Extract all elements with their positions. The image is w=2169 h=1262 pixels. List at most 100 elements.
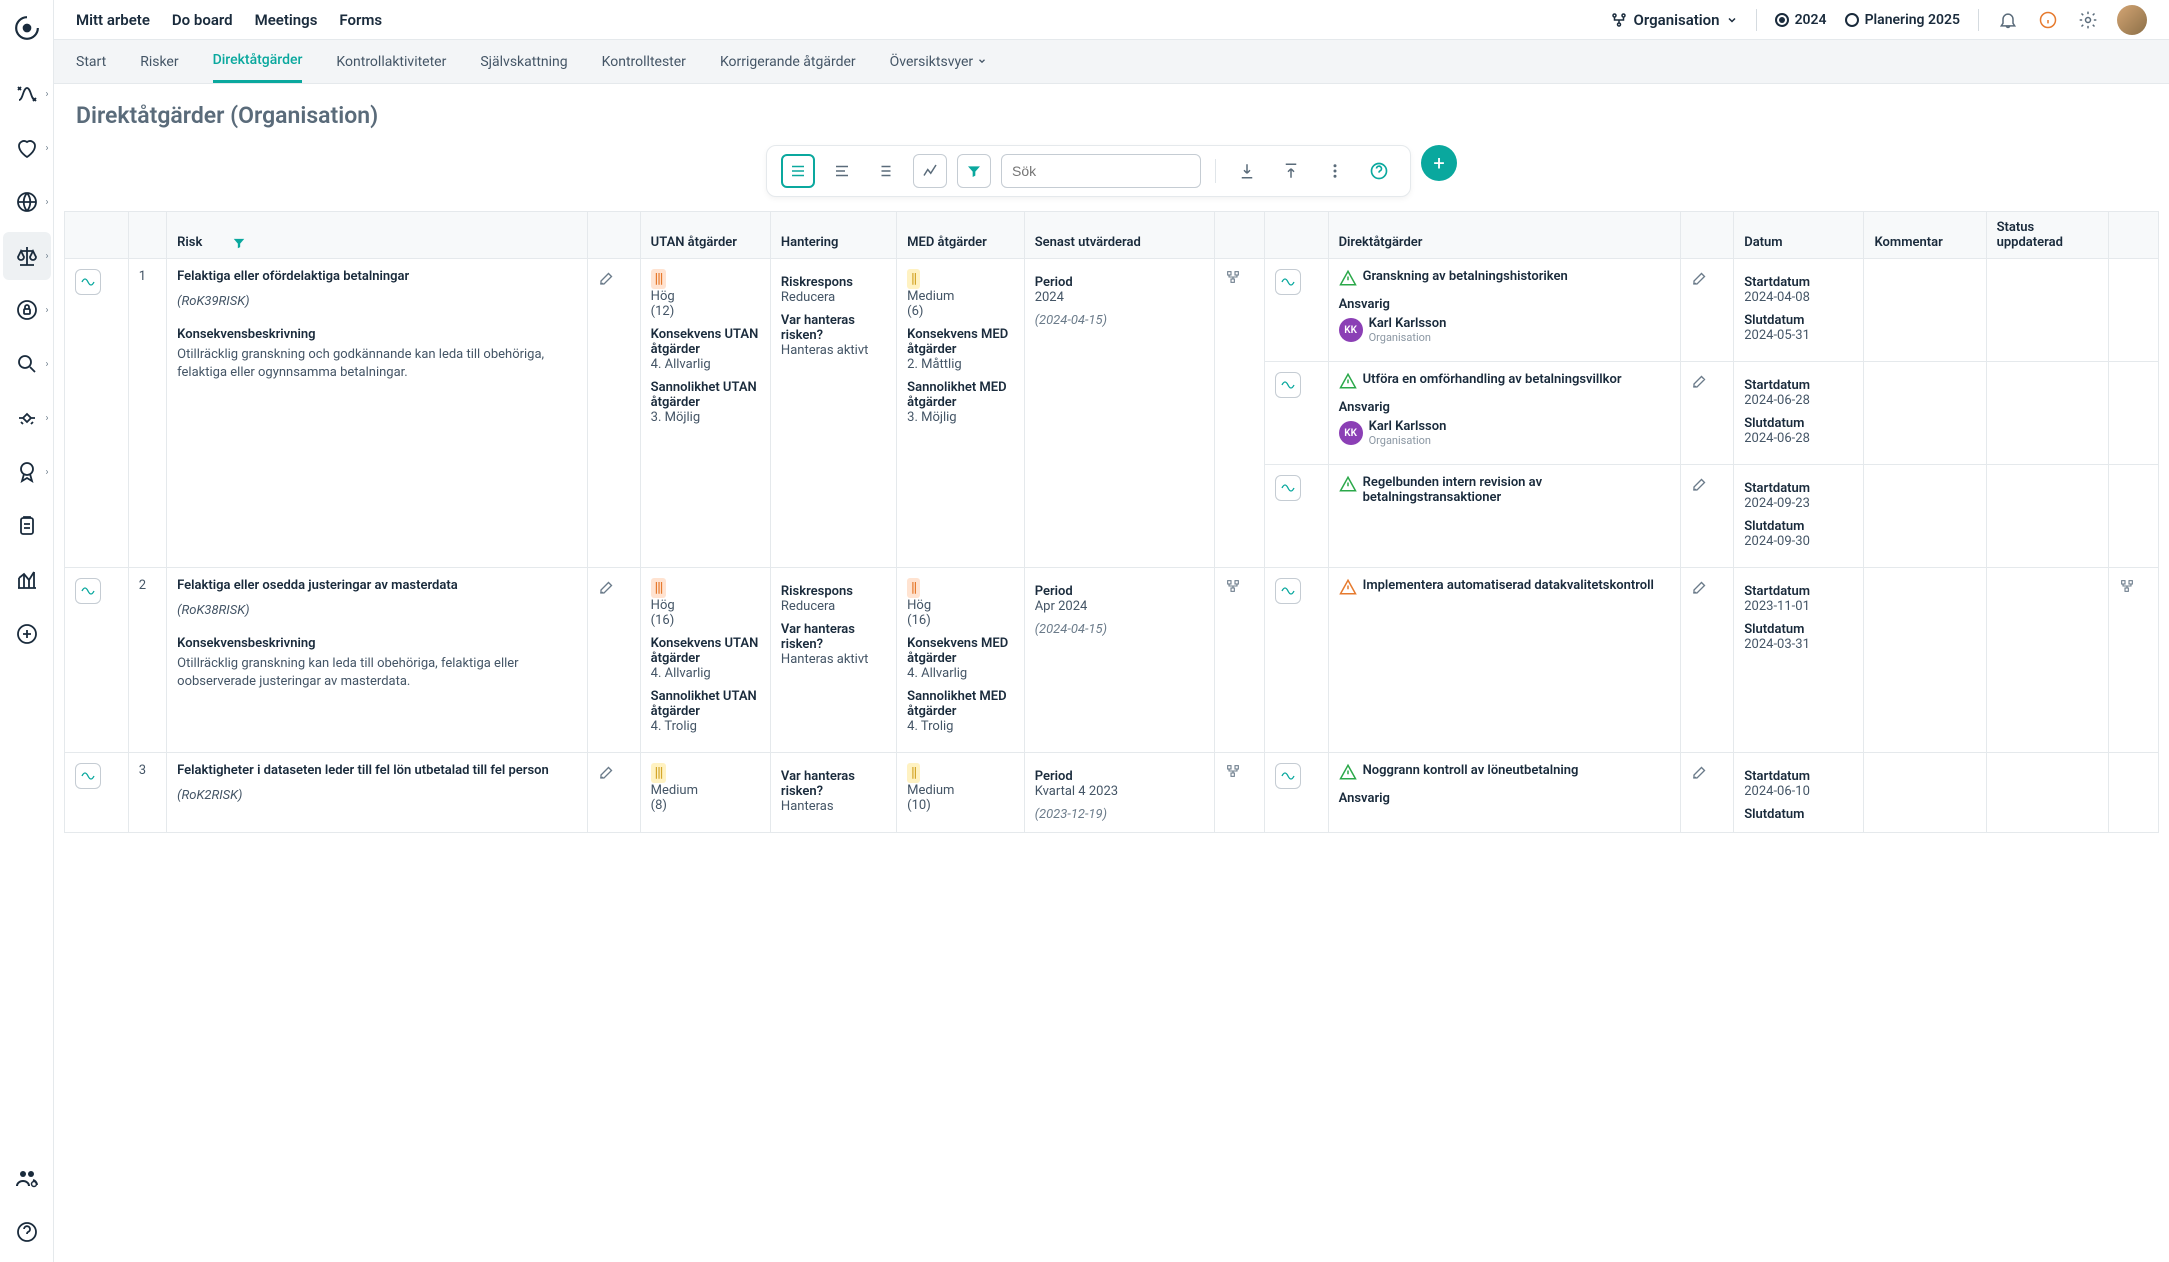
wave-icon[interactable] (1275, 475, 1301, 501)
help-button[interactable] (1362, 154, 1396, 188)
warning-icon (1339, 372, 1357, 390)
org-selector[interactable]: Organisation (1610, 11, 1738, 29)
subnav-start[interactable]: Start (76, 42, 106, 82)
edit-icon[interactable] (598, 763, 616, 781)
gear-icon[interactable] (2077, 9, 2099, 31)
warning-icon (1339, 763, 1357, 781)
level-badge: || (907, 269, 920, 289)
search-field[interactable] (1012, 163, 1193, 179)
sidebar-item-globe[interactable]: › (3, 178, 51, 226)
tree-icon[interactable] (1225, 763, 1241, 779)
wave-icon[interactable] (1275, 763, 1301, 789)
year-current[interactable]: 2024 (1775, 12, 1827, 28)
topnav-mitt-arbete[interactable]: Mitt arbete (76, 11, 150, 29)
sidebar-item-heart[interactable]: › (3, 124, 51, 172)
wave-icon[interactable] (75, 763, 101, 789)
risk-title: Felaktiga eller osedda justeringar av ma… (177, 578, 577, 593)
sidebar-item-search[interactable]: › (3, 340, 51, 388)
filter-icon[interactable] (232, 236, 246, 250)
table-row: 1Felaktiga eller ofördelaktiga betalning… (65, 259, 2159, 362)
view-compact-button[interactable] (869, 154, 903, 188)
col-risk: Risk (177, 235, 202, 250)
sidebar-item-award[interactable]: › (3, 448, 51, 496)
sidebar-item-scales[interactable]: › (3, 232, 51, 280)
col-hantering: Hantering (770, 212, 896, 259)
wave-icon[interactable] (1275, 269, 1301, 295)
table-row: 2 Felaktiga eller osedda justeringar av m… (65, 568, 2159, 753)
edit-icon[interactable] (1691, 763, 1709, 781)
col-direkt: Direktåtgärder (1328, 212, 1681, 259)
risk-title: Felaktigheter i dataseten leder till fel… (177, 763, 577, 778)
risk-code: (RoK2RISK) (177, 788, 577, 803)
col-status: Status uppdaterad (1986, 212, 2108, 259)
topnav-do-board[interactable]: Do board (172, 11, 233, 29)
subnav-oversiktsvyer[interactable]: Översiktsvyer (890, 42, 987, 82)
mini-avatar: KK (1339, 318, 1363, 342)
topnav-meetings[interactable]: Meetings (255, 11, 318, 29)
year-planning[interactable]: Planering 2025 (1845, 12, 1960, 28)
edit-icon[interactable] (1691, 475, 1709, 493)
topbar: Mitt arbete Do board Meetings Forms Orga… (54, 0, 2169, 40)
sidebar-item-routes[interactable]: › (3, 70, 51, 118)
view-list-button[interactable] (825, 154, 859, 188)
tree-icon[interactable] (2119, 578, 2135, 594)
edit-icon[interactable] (598, 269, 616, 287)
tree-icon[interactable] (1225, 578, 1241, 594)
edit-icon[interactable] (1691, 578, 1709, 596)
sidebar-item-users[interactable] (3, 1154, 51, 1202)
action-title: Regelbunden intern revision av betalning… (1363, 475, 1671, 505)
tree-icon[interactable] (1225, 269, 1241, 285)
search-input[interactable] (1001, 154, 1201, 188)
wave-icon[interactable] (75, 269, 101, 295)
filter-button[interactable] (957, 154, 991, 188)
divider (1756, 9, 1757, 31)
info-icon[interactable] (2037, 9, 2059, 31)
risk-table: Risk UTAN åtgärder Hantering MED åtgärde… (64, 211, 2159, 833)
table-row: 3Felaktigheter i dataseten leder till fe… (65, 753, 2159, 833)
edit-icon[interactable] (598, 578, 616, 596)
chart-button[interactable] (913, 154, 947, 188)
add-button[interactable]: + (1421, 145, 1457, 181)
wave-icon[interactable] (1275, 578, 1301, 604)
bell-icon[interactable] (1997, 9, 2019, 31)
edit-icon[interactable] (1691, 372, 1709, 390)
level-badge: ||| (651, 763, 667, 783)
risk-code: (RoK39RISK) (177, 294, 577, 309)
sidebar-item-add[interactable] (3, 610, 51, 658)
subnav-direktatgarder[interactable]: Direktåtgärder (213, 40, 303, 83)
topnav-forms[interactable]: Forms (339, 11, 382, 29)
avatar[interactable] (2117, 5, 2147, 35)
subnav-korrigerande[interactable]: Korrigerande åtgärder (720, 42, 856, 82)
divider (1978, 9, 1979, 31)
toolbar (766, 145, 1411, 197)
subnav-risker[interactable]: Risker (140, 42, 178, 82)
sidebar-item-help[interactable] (3, 1208, 51, 1256)
action-title: Noggrann kontroll av löneutbetalning (1363, 763, 1671, 778)
sidebar-item-handshake[interactable]: › (3, 394, 51, 442)
row-number: 2 (128, 568, 166, 753)
action-title: Granskning av betalningshistoriken (1363, 269, 1671, 284)
import-button[interactable] (1230, 154, 1264, 188)
col-kommentar: Kommentar (1864, 212, 1986, 259)
risk-title: Felaktiga eller ofördelaktiga betalninga… (177, 269, 577, 284)
edit-icon[interactable] (1691, 269, 1709, 287)
col-senast: Senast utvärderad (1024, 212, 1214, 259)
warning-icon (1339, 578, 1357, 596)
subnav-kontrolltester[interactable]: Kontrolltester (602, 42, 686, 82)
wave-icon[interactable] (1275, 372, 1301, 398)
view-dense-button[interactable] (781, 154, 815, 188)
sidebar-item-lock[interactable]: › (3, 286, 51, 334)
page-title: Direktåtgärder (Organisation) (54, 84, 2169, 139)
export-button[interactable] (1274, 154, 1308, 188)
sidebar-item-clipboard[interactable] (3, 502, 51, 550)
app-logo[interactable] (11, 12, 43, 44)
wave-icon[interactable] (75, 578, 101, 604)
row-number: 1 (128, 259, 166, 568)
sidebar-item-chart[interactable] (3, 556, 51, 604)
warning-icon (1339, 269, 1357, 287)
col-utan: UTAN åtgärder (640, 212, 770, 259)
subnav-kontrollaktiviteter[interactable]: Kontrollaktiviteter (336, 42, 446, 82)
subnav-sjalvskattning[interactable]: Självskattning (480, 42, 567, 82)
level-badge: || (907, 578, 920, 598)
more-button[interactable] (1318, 154, 1352, 188)
